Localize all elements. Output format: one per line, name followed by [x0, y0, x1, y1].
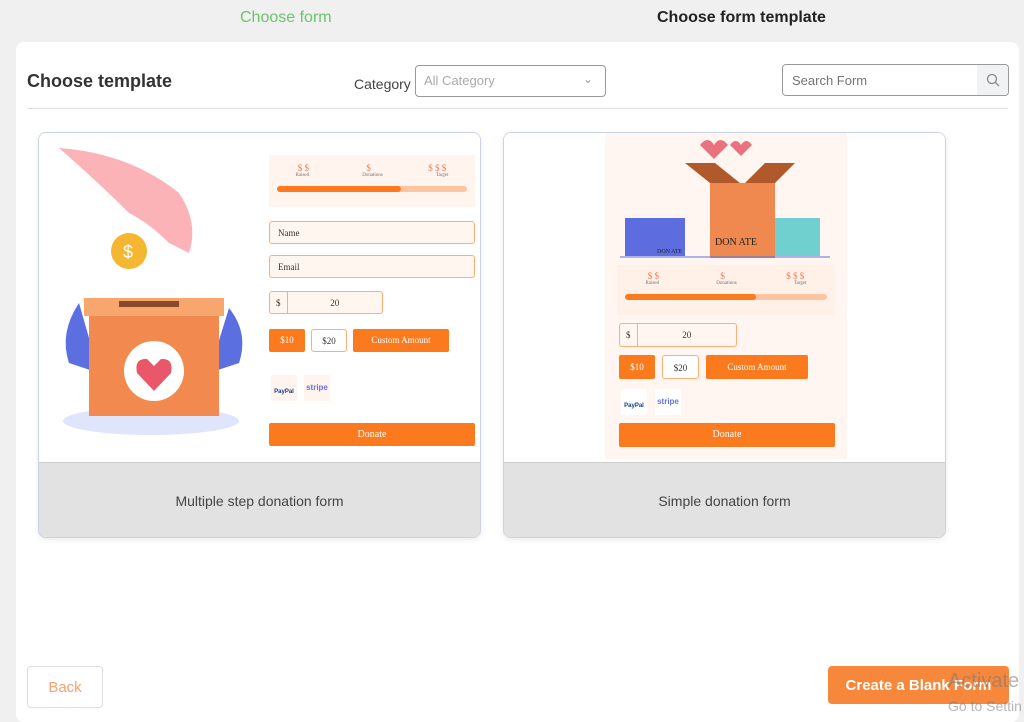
template-preview: $ $ $ $ $ $ $ Raised Donations Target Name E…: [39, 133, 480, 463]
paypal-icon: PayPal: [621, 389, 647, 415]
stat-raised: $ $: [647, 271, 659, 281]
box-label: DON ATE: [715, 237, 757, 248]
step-choose-form[interactable]: Choose form: [240, 9, 332, 27]
amount-10: $10: [619, 355, 655, 379]
template-card-simple[interactable]: DON ATE DON ATE $ $ $ $ $ $ Raised Donation…: [503, 132, 946, 538]
currency: $: [270, 292, 288, 313]
custom-amount: Custom Amount: [706, 355, 808, 379]
amount-field: $20: [269, 291, 383, 314]
svg-text:$: $: [123, 242, 133, 262]
category-select[interactable]: All Category ⌄: [415, 65, 606, 97]
step-choose-template: Choose form template: [657, 9, 826, 26]
search-input[interactable]: [783, 65, 977, 95]
donate-boxes-illustration: DON ATE DON ATE: [620, 140, 830, 258]
stat-target: $ $ $: [786, 271, 805, 281]
template-panel: Choose template Category All Category ⌄ $…: [16, 42, 1019, 722]
page-title: Choose template: [27, 71, 173, 91]
stat-donations: $: [366, 163, 371, 173]
donate-button: Donate: [619, 423, 835, 447]
donate-button: Donate: [269, 423, 475, 446]
divider: [27, 108, 1008, 109]
activation-watermark: Activate: [948, 670, 1020, 692]
stat-label: Donations: [716, 281, 737, 286]
progress-bar: [277, 186, 467, 192]
amount-10: $10: [269, 329, 305, 352]
small-box-label: DON ATE: [657, 249, 683, 255]
amount-20: $20: [311, 329, 347, 352]
progress-fill: [277, 186, 401, 192]
template-name: Multiple step donation form: [39, 463, 480, 537]
donation-box-illustration: $: [59, 148, 243, 435]
amount: 20: [682, 330, 692, 340]
progress-bar: [625, 294, 827, 300]
category-value: All Category: [424, 73, 495, 88]
amount-field: $20: [619, 323, 737, 347]
stat-label: Target: [435, 173, 449, 178]
stat-raised: $ $: [297, 163, 309, 173]
paypal-icon: PayPal: [271, 375, 297, 401]
progress-fill: [625, 294, 757, 300]
search-button[interactable]: [977, 65, 1008, 95]
chevron-down-icon: ⌄: [582, 72, 593, 86]
currency: $: [620, 324, 638, 346]
back-button[interactable]: Back: [27, 666, 103, 708]
stat-label: Raised: [295, 173, 310, 178]
stripe-icon: stripe: [304, 375, 330, 401]
search-box: [782, 64, 1009, 96]
amount: 20: [330, 298, 340, 308]
stat-donations: $: [720, 271, 725, 281]
stat-label: Raised: [645, 281, 660, 286]
category-label: Category: [354, 76, 411, 92]
search-icon: [986, 73, 999, 87]
activation-watermark-sub: Go to Settin: [948, 698, 1022, 714]
email-field: Email: [269, 255, 475, 278]
stat-target: $ $ $: [428, 163, 447, 173]
stripe-icon: stripe: [655, 389, 681, 415]
amount-20: $20: [662, 355, 699, 379]
stat-label: Target: [793, 281, 807, 286]
custom-amount: Custom Amount: [353, 329, 449, 352]
simple-form-preview: DON ATE DON ATE $ $ $ $ $ $ Raised Donation…: [605, 133, 847, 459]
template-card-multistep[interactable]: $ $ $ $ $ $ $ Raised Donations Target Name E…: [38, 132, 481, 538]
stat-label: Donations: [362, 173, 383, 178]
template-preview: DON ATE DON ATE $ $ $ $ $ $ Raised Donation…: [504, 133, 945, 463]
name-field: Name: [269, 221, 475, 244]
template-name: Simple donation form: [504, 463, 945, 537]
